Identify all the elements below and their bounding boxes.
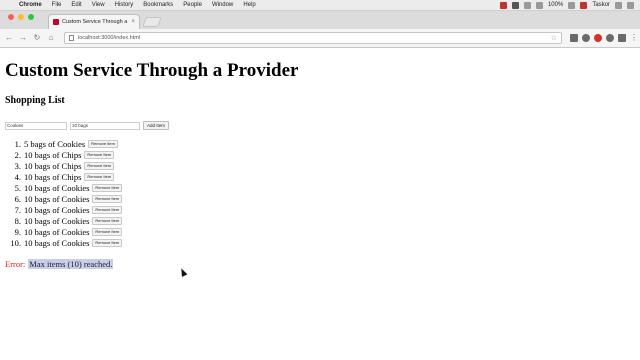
list-item: 7. 10 bags of Cookies Remove Item	[15, 204, 123, 215]
list-item-text: 5 bags of Cookies	[24, 138, 86, 149]
list-item-text: 10 bags of Cookies	[24, 226, 90, 237]
list-item: 4. 10 bags of Chips Remove Item	[15, 171, 122, 182]
list-item: 3. 10 bags of Chips Remove Item	[15, 160, 122, 171]
browser-tab-active[interactable]: Custom Service Through a ×	[48, 14, 140, 29]
extension-icon[interactable]	[570, 34, 578, 42]
list-item: 5. 10 bags of Cookies Remove Item	[15, 182, 123, 193]
list-number: 4.	[14, 171, 21, 182]
new-tab-button[interactable]	[142, 17, 162, 27]
web-page: Custom Service Through a Provider Shoppi…	[0, 48, 640, 360]
address-bar[interactable]: localhost:3000/index.html ☆	[64, 32, 562, 44]
list-number: 10.	[10, 237, 21, 248]
item-quantity-input[interactable]	[70, 121, 140, 130]
menu-help[interactable]: Help	[238, 2, 260, 8]
menu-list-icon[interactable]	[627, 1, 634, 9]
list-item-text: 10 bags of Chips	[24, 171, 82, 182]
add-item-button[interactable]: Add Item	[143, 121, 170, 130]
battery-percent: 100%	[547, 2, 564, 8]
browser-menu-icon[interactable]: ⋮	[630, 34, 638, 42]
wifi-icon[interactable]	[523, 1, 531, 9]
list-number: 1.	[14, 138, 21, 149]
record-icon[interactable]	[499, 1, 507, 9]
list-item: 6. 10 bags of Cookies Remove Item	[15, 193, 123, 204]
status-tray: 100% Taskor	[499, 1, 640, 9]
remove-item-button[interactable]: Remove Item	[88, 139, 118, 148]
adblock-extension-icon[interactable]	[594, 34, 602, 42]
list-number: 5.	[14, 182, 21, 193]
dropbox-icon[interactable]	[511, 1, 519, 9]
remove-item-button[interactable]: Remove Item	[84, 172, 115, 181]
list-item-text: 10 bags of Chips	[24, 160, 82, 171]
volume-icon[interactable]	[535, 1, 543, 9]
error-message: Error: Max items (10) reached.	[5, 259, 114, 269]
list-number: 2.	[14, 149, 21, 160]
list-number: 8.	[14, 215, 21, 226]
remove-item-button[interactable]: Remove Item	[92, 183, 123, 192]
zoom-window-icon[interactable]	[28, 14, 34, 20]
list-number: 6.	[14, 193, 21, 204]
page-subtitle: Shopping List	[5, 95, 65, 106]
page-title: Custom Service Through a Provider	[5, 60, 299, 81]
list-number: 9.	[14, 226, 21, 237]
tab-strip: Custom Service Through a ×	[0, 11, 640, 29]
list-item: 10. 10 bags of Cookies Remove Item	[10, 237, 123, 248]
remove-item-button[interactable]: Remove Item	[92, 238, 123, 247]
shield-extension-icon[interactable]	[582, 34, 590, 42]
item-name-input[interactable]	[5, 121, 67, 130]
extension-icon[interactable]	[618, 34, 626, 42]
list-number: 7.	[14, 204, 21, 215]
home-icon[interactable]: ⌂	[46, 33, 56, 43]
list-item: 1. 5 bags of Cookies Remove Item	[15, 138, 122, 149]
menu-app-chrome[interactable]: Chrome	[14, 2, 47, 8]
menu-bookmarks[interactable]: Bookmarks	[138, 2, 178, 8]
remove-item-button[interactable]: Remove Item	[84, 161, 115, 170]
browser-toolbar: ← → ↻ ⌂ localhost:3000/index.html ☆ ⋮	[0, 29, 640, 48]
remove-item-button[interactable]: Remove Item	[92, 227, 123, 236]
list-item: 9. 10 bags of Cookies Remove Item	[15, 226, 123, 237]
menu-history[interactable]: History	[110, 2, 139, 8]
battery-icon[interactable]	[568, 1, 576, 9]
list-number: 3.	[14, 160, 21, 171]
extension-icon[interactable]	[606, 34, 614, 42]
reload-icon[interactable]: ↻	[32, 33, 42, 43]
bookmark-star-icon[interactable]: ☆	[551, 34, 557, 42]
add-item-form: Add Item	[5, 121, 170, 130]
angular-favicon-icon	[53, 19, 59, 25]
minimize-window-icon[interactable]	[18, 14, 24, 20]
list-item-text: 10 bags of Cookies	[24, 182, 90, 193]
user-name[interactable]: Taskor	[592, 2, 610, 8]
list-item-text: 10 bags of Chips	[24, 149, 82, 160]
remove-item-button[interactable]: Remove Item	[92, 216, 123, 225]
back-icon[interactable]: ←	[4, 33, 14, 43]
list-item-text: 10 bags of Cookies	[24, 215, 90, 226]
close-tab-icon[interactable]: ×	[131, 19, 135, 25]
search-icon[interactable]	[615, 1, 622, 9]
menu-view[interactable]: View	[87, 2, 110, 8]
remove-item-button[interactable]: Remove Item	[84, 150, 115, 159]
address-url[interactable]: localhost:3000/index.html	[78, 35, 140, 41]
error-label: Error:	[5, 259, 26, 269]
window-controls	[0, 14, 40, 26]
menu-people[interactable]: People	[178, 2, 207, 8]
remove-item-button[interactable]: Remove Item	[92, 205, 123, 214]
list-item-text: 10 bags of Cookies	[24, 204, 90, 215]
remove-item-button[interactable]: Remove Item	[92, 194, 123, 203]
menu-edit[interactable]: Edit	[66, 2, 86, 8]
tab-title: Custom Service Through a	[62, 19, 128, 25]
macos-menu-bar: Chrome File Edit View History Bookmarks …	[0, 0, 640, 11]
list-item: 8. 10 bags of Cookies Remove Item	[15, 215, 123, 226]
list-item-text: 10 bags of Cookies	[24, 237, 90, 248]
forward-icon[interactable]: →	[18, 33, 28, 43]
page-info-icon[interactable]	[69, 35, 74, 41]
menu-window[interactable]: Window	[207, 2, 238, 8]
list-item: 2. 10 bags of Chips Remove Item	[15, 149, 122, 160]
shopping-list: 1. 5 bags of Cookies Remove Item 2. 10 b…	[10, 138, 123, 248]
list-item-text: 10 bags of Cookies	[24, 193, 90, 204]
menu-file[interactable]: File	[47, 2, 67, 8]
error-text: Max items (10) reached.	[28, 259, 114, 269]
close-window-icon[interactable]	[8, 14, 14, 20]
flag-icon[interactable]	[580, 1, 588, 9]
